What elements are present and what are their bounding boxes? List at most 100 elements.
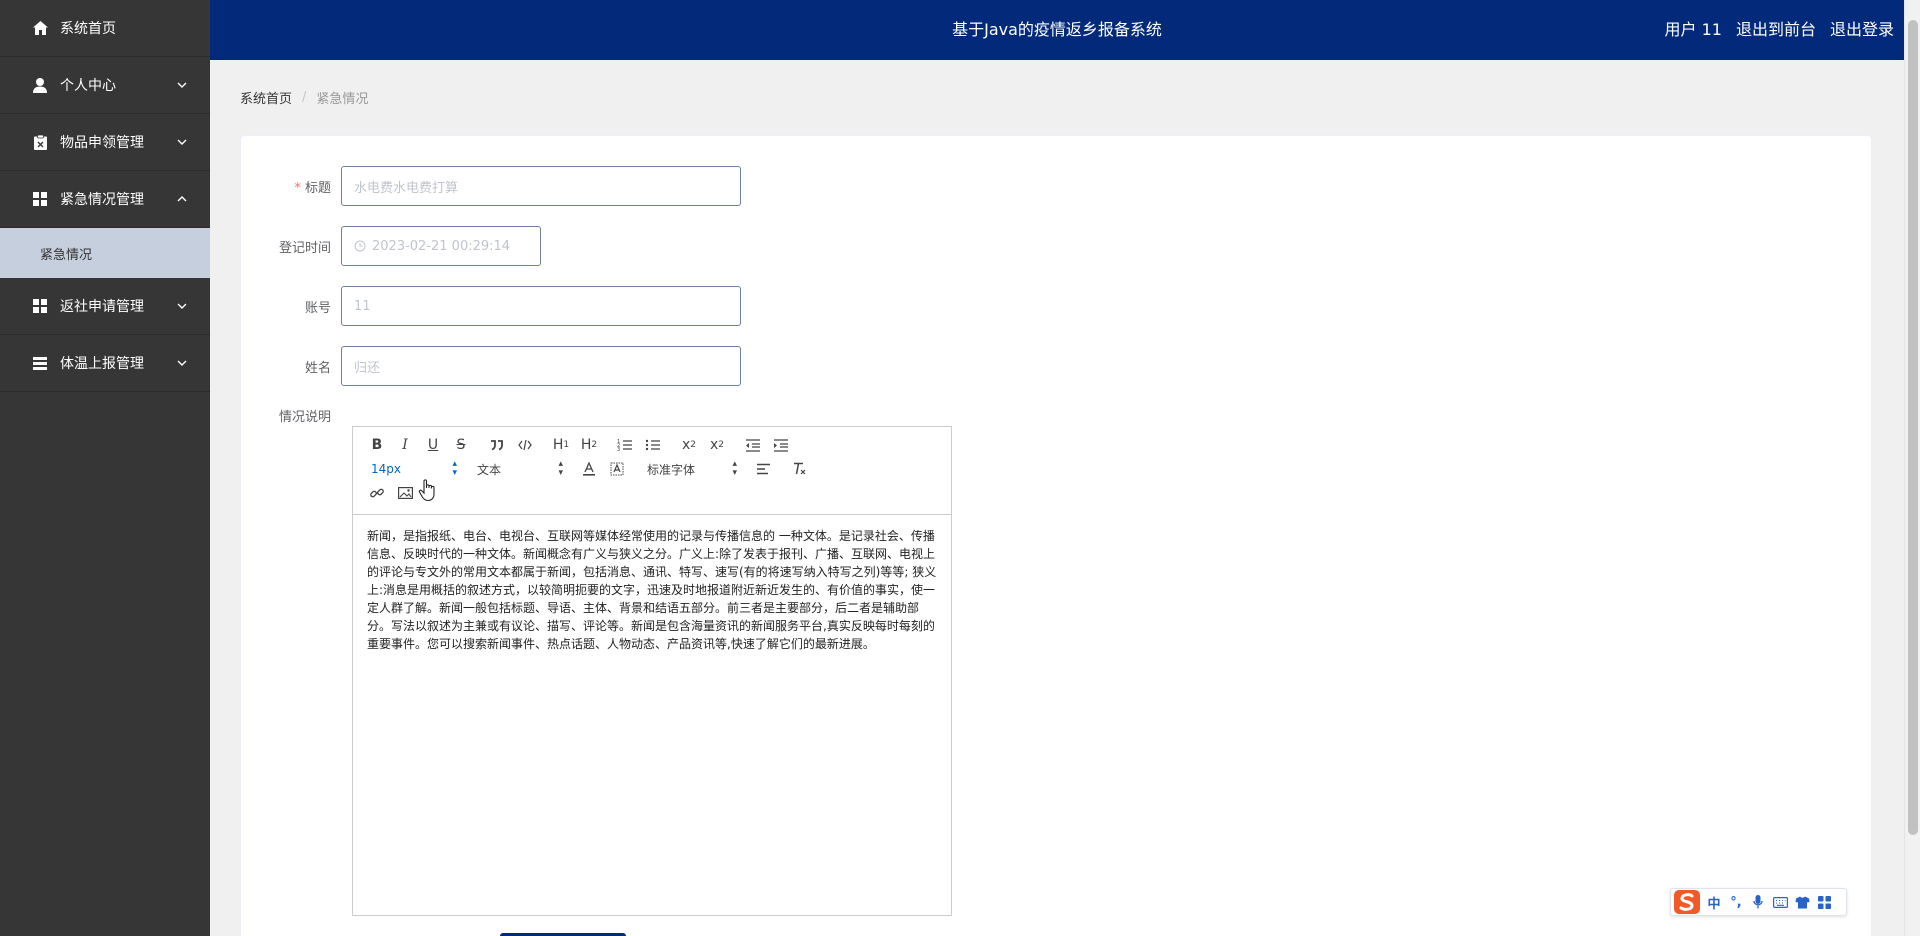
image-button[interactable] (391, 481, 419, 505)
breadcrumb-separator: / (302, 90, 307, 105)
form-row-name: 姓名 归还 (241, 346, 741, 386)
sidebar-item-label: 个人中心 (60, 78, 116, 94)
indent-icon (774, 438, 788, 452)
bold-button[interactable]: B (363, 433, 391, 457)
header2-button[interactable]: H2 (575, 433, 603, 457)
chevron-down-icon (177, 303, 187, 309)
form-row-desc: 情况说明 (241, 406, 341, 425)
underline-button[interactable]: U (419, 433, 447, 457)
keyboard-icon[interactable] (1771, 893, 1789, 911)
clock-icon (354, 240, 366, 252)
chevron-down-icon (177, 82, 187, 88)
scrollbar-thumb[interactable] (1908, 20, 1918, 835)
account-label: 账号 (304, 300, 331, 316)
breadcrumb-current: 紧急情况 (316, 92, 369, 107)
subscript-button[interactable]: x2 (675, 433, 703, 457)
chevron-down-icon (177, 139, 187, 145)
blockquote-button[interactable] (483, 433, 511, 457)
microphone-icon[interactable] (1749, 893, 1767, 911)
sidebar-item-label: 紧急情况管理 (60, 192, 144, 208)
sidebar-item-emergency-management[interactable]: 紧急情况管理 (0, 171, 210, 228)
indent-button[interactable] (767, 433, 795, 457)
date-picker-input[interactable]: 2023-02-21 00:29:14 (341, 226, 541, 266)
top-header: 基于Java的疫情返乡报备系统 用户 11 退出到前台 退出登录 (210, 0, 1904, 60)
text-color-icon (583, 462, 595, 476)
grid-icon (32, 298, 48, 314)
code-icon (518, 439, 532, 451)
clipboard-icon (32, 134, 48, 150)
ime-punctuation[interactable]: °, (1727, 893, 1745, 911)
name-input[interactable]: 归还 (341, 346, 741, 386)
logout-link[interactable]: 退出登录 (1830, 0, 1894, 60)
superscript-button[interactable]: x2 (703, 433, 731, 457)
account-input[interactable]: 11 (341, 286, 741, 326)
editor-content[interactable]: 新闻，是指报纸、电台、电视台、互联网等媒体经常使用的记录与传播信息的 一种文体。… (353, 515, 951, 665)
time-label: 登记时间 (278, 240, 331, 256)
clear-format-icon (793, 462, 805, 475)
form-card: * 标题 水电费水电费打算 登记时间 2023-02-21 00:29:14 账号… (240, 135, 1872, 936)
align-button[interactable] (749, 457, 777, 481)
ime-toolbar[interactable]: 中 °, (1670, 888, 1847, 916)
text-color-button[interactable] (575, 457, 603, 481)
desc-label: 情况说明 (278, 410, 331, 425)
header-picker[interactable]: 文本 ▴ ▾ (469, 457, 567, 481)
picker-arrows-icon: ▴ ▾ (558, 459, 563, 478)
title-label: * 标题 (294, 180, 331, 196)
italic-button[interactable]: I (391, 433, 419, 457)
font-size-picker[interactable]: 14px ▴ ▾ (363, 457, 461, 481)
breadcrumb: 系统首页 / 紧急情况 (240, 88, 368, 107)
sidebar-item-return-application[interactable]: 返社申请管理 (0, 278, 210, 335)
system-title: 基于Java的疫情返乡报备系统 (952, 20, 1162, 39)
sidebar-item-home[interactable]: 系统首页 (0, 0, 210, 57)
form-row-title: * 标题 水电费水电费打算 (241, 166, 741, 206)
home-icon (32, 20, 48, 36)
sidebar-item-personal-center[interactable]: 个人中心 (0, 57, 210, 114)
strike-button[interactable]: S (447, 433, 475, 457)
form-row-time: 登记时间 2023-02-21 00:29:14 (241, 226, 541, 266)
background-color-button[interactable] (603, 457, 631, 481)
sidebar-item-label: 返社申请管理 (60, 299, 144, 315)
user-icon (32, 77, 48, 93)
required-mark: * (294, 180, 301, 196)
skin-shirt-icon[interactable] (1793, 893, 1811, 911)
page-scrollbar[interactable] (1904, 0, 1920, 936)
exit-to-front-link[interactable]: 退出到前台 (1736, 0, 1816, 60)
link-button[interactable] (363, 481, 391, 505)
bullet-list-icon (645, 439, 660, 451)
sogou-logo-icon (1674, 890, 1700, 914)
picker-arrows-icon: ▴ ▾ (452, 459, 457, 478)
picker-arrows-icon: ▴ ▾ (732, 459, 737, 478)
outdent-icon (746, 438, 760, 452)
header1-button[interactable]: H1 (547, 433, 575, 457)
sidebar-item-label: 物品申领管理 (60, 135, 144, 151)
sidebar-subitem-label: 紧急情况 (40, 247, 93, 263)
font-family-picker[interactable]: 标准字体 ▴ ▾ (639, 457, 741, 481)
outdent-button[interactable] (739, 433, 767, 457)
svg-text:3: 3 (617, 447, 620, 452)
name-label: 姓名 (304, 360, 331, 376)
sidebar-subitem-emergency[interactable]: 紧急情况 (0, 228, 210, 278)
chevron-down-icon (177, 360, 187, 366)
date-value: 2023-02-21 00:29:14 (372, 238, 511, 254)
quote-icon (491, 440, 503, 451)
current-user: 用户 11 (1664, 20, 1722, 39)
breadcrumb-home[interactable]: 系统首页 (240, 88, 292, 107)
toolbox-grid-icon[interactable] (1815, 893, 1833, 911)
align-left-icon (756, 463, 770, 475)
form-row-account: 账号 11 (241, 286, 741, 326)
code-block-button[interactable] (511, 433, 539, 457)
link-icon (370, 488, 384, 498)
clear-format-button[interactable] (785, 457, 813, 481)
sidebar-item-temperature-report[interactable]: 体温上报管理 (0, 335, 210, 392)
background-color-icon (610, 462, 624, 476)
sidebar-item-goods-claim[interactable]: 物品申领管理 (0, 114, 210, 171)
rich-text-editor: B I U S H1 H2 123 x 2 x 2 14px ▴ ▾ 文本 ▴ … (352, 426, 952, 916)
list-icon (32, 355, 48, 371)
grid-icon (32, 191, 48, 207)
hand-cursor-icon (418, 479, 435, 502)
bullet-list-button[interactable] (639, 433, 667, 457)
ime-chinese-mode[interactable]: 中 (1705, 893, 1723, 912)
ordered-list-button[interactable]: 123 (611, 433, 639, 457)
title-input[interactable]: 水电费水电费打算 (341, 166, 741, 206)
ordered-list-icon: 123 (617, 439, 632, 452)
